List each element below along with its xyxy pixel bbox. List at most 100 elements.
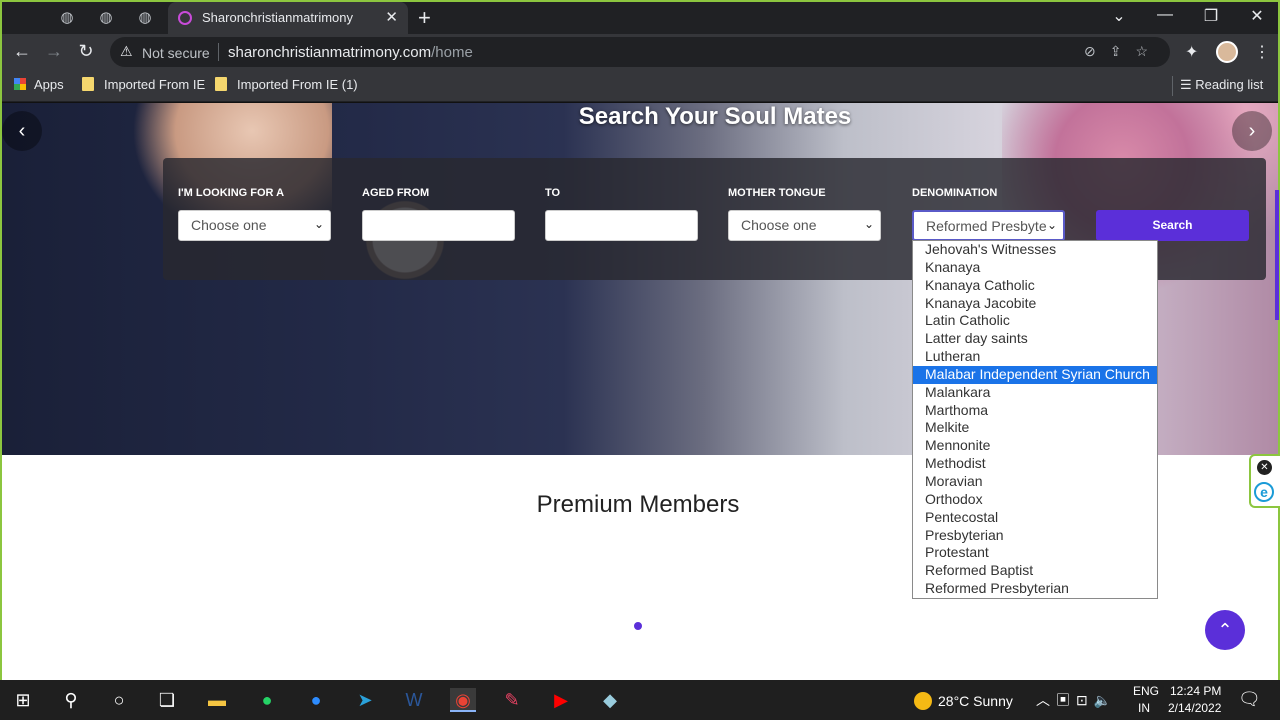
chevron-down-icon: ⌄ [313,217,324,231]
bookmark-apps[interactable]: Apps [14,77,64,92]
dropdown-option[interactable]: Orthodox [913,491,1157,509]
bookmark-folder-1[interactable]: Imported From IE [82,77,205,92]
language-bottom[interactable]: IN [1138,701,1150,715]
search-button[interactable]: Search [1096,210,1249,241]
age-to-input[interactable] [545,210,698,241]
chevron-down-icon: ⌄ [863,217,874,231]
tray-icons[interactable]: ︿▣⊡🔈 [1036,690,1117,710]
url-text[interactable]: sharonchristianmatrimony.com/home [228,44,473,61]
avatar[interactable] [1216,41,1238,63]
forward-button[interactable]: → [42,41,66,62]
notifications-icon[interactable]: 🗨 [1238,689,1261,710]
dropdown-option[interactable]: Knanaya Jacobite [913,295,1157,313]
language-top[interactable]: ENG [1133,684,1159,698]
mother-tongue-select[interactable]: Choose one ⌄ [728,210,881,241]
denomination-select[interactable]: Reformed Presbyte ⌄ [912,210,1065,241]
page-scrollbar[interactable] [1275,190,1279,320]
address-bar[interactable]: ⚠ Not secure sharonchristianmatrimony.co… [110,37,1170,67]
paint-icon[interactable]: ✎ [499,688,525,712]
telegram-icon[interactable]: ➤ [352,688,378,712]
dropdown-option[interactable]: Latter day saints [913,330,1157,348]
browser-toolbar: ← → ↻ ⚠ Not secure sharonchristianmatrim… [2,34,1278,70]
globe-icon[interactable]: ◍ [96,8,116,28]
denomination-label: DENOMINATION [912,187,998,199]
dropdown-option[interactable]: Moravian [913,473,1157,491]
windows-taskbar: ⊞ ⚲ ○ ❏ ▬ ● ● ➤ W ◉ ✎ ▶ ◆ 28°C Sunny ︿▣⊡… [0,680,1280,720]
tab-active[interactable]: Sharonchristianmatrimony ✕ [168,2,408,34]
file-explorer-icon[interactable]: ▬ [204,688,230,712]
dropdown-option[interactable]: Latin Catholic [913,312,1157,330]
reload-button[interactable]: ↻ [74,41,98,62]
dropdown-option[interactable]: Melkite [913,419,1157,437]
dropdown-option[interactable]: Presbyterian [913,527,1157,545]
weather-widget[interactable]: 28°C Sunny [914,692,1013,710]
sun-icon [914,692,932,710]
site-favicon-icon [178,11,192,25]
back-button[interactable]: ← [10,41,34,62]
folder-icon [215,77,227,91]
folder-icon [82,77,94,91]
carousel-dot[interactable] [634,622,642,630]
minimize-button[interactable]: — [1150,6,1180,24]
widget-e-icon[interactable]: e [1254,482,1274,502]
globe-icon[interactable]: ◍ [57,8,77,28]
next-slide-button[interactable]: › [1232,111,1272,151]
whatsapp-icon[interactable]: ● [254,688,280,712]
app-icon[interactable]: ◆ [597,688,623,712]
reading-list-button[interactable]: ☰ Reading list [1180,77,1263,93]
tab-search-icon[interactable]: ⌄ [1104,6,1134,26]
dropdown-option[interactable]: Marthoma [913,402,1157,420]
security-label: Not secure [142,45,210,61]
dropdown-option[interactable]: Lutheran [913,348,1157,366]
clock-date[interactable]: 2/14/2022 [1168,701,1221,715]
close-window-button[interactable]: ✕ [1242,6,1272,26]
clock-time[interactable]: 12:24 PM [1170,684,1221,698]
cortana-icon[interactable]: ○ [106,688,132,712]
chevron-down-icon: ⌄ [1046,218,1057,232]
bookmarks-bar: Apps Imported From IE Imported From IE (… [2,70,1278,102]
close-tab-icon[interactable]: ✕ [385,8,398,26]
new-tab-button[interactable]: + [418,5,431,31]
dropdown-option[interactable]: Protestant [913,544,1157,562]
word-icon[interactable]: W [401,688,427,712]
mother-tongue-label: MOTHER TONGUE [728,187,826,199]
chrome-icon[interactable]: ◉ [450,688,476,712]
apps-grid-icon [14,78,26,90]
denomination-dropdown[interactable]: Jehovah's Witnesses Knanaya Knanaya Cathol… [912,240,1158,599]
warning-icon[interactable]: ⚠ [120,43,133,60]
bookmark-folder-2[interactable]: Imported From IE (1) [215,77,358,92]
search-icon[interactable]: ⚲ [58,688,84,712]
address-bar-actions[interactable]: ⊘⇪☆ [1084,43,1162,60]
task-view-icon[interactable]: ❏ [154,688,180,712]
menu-icon[interactable]: ⋮ [1254,42,1270,62]
close-widget-icon[interactable]: ✕ [1257,460,1272,475]
dropdown-option[interactable]: Knanaya Catholic [913,277,1157,295]
globe-icon[interactable]: ◍ [135,8,155,28]
tab-title: Sharonchristianmatrimony [202,10,354,25]
tab-strip: ◍ ◍ ◍ Sharonchristianmatrimony ✕ + ⌄ — ❐… [2,2,1278,34]
looking-for-select[interactable]: Choose one ⌄ [178,210,331,241]
dropdown-option[interactable]: Reformed Baptist [913,562,1157,580]
youtube-icon[interactable]: ▶ [548,688,574,712]
side-widget: ✕ e [1249,454,1280,508]
windows-start-icon[interactable]: ⊞ [10,688,36,712]
dropdown-option[interactable]: Reformed Presbyterian [913,580,1157,598]
dropdown-option[interactable]: Jehovah's Witnesses [913,241,1157,259]
hero-title: Search Your Soul Mates [578,103,852,130]
dropdown-option[interactable]: Mennonite [913,437,1157,455]
restore-button[interactable]: ❐ [1196,6,1226,26]
prev-slide-button[interactable]: ‹ [2,111,42,151]
age-to-label: TO [545,187,561,199]
scroll-to-top-button[interactable]: ⌃ [1205,610,1245,650]
aged-from-label: AGED FROM [362,187,430,199]
dropdown-option[interactable]: Methodist [913,455,1157,473]
looking-for-label: I'M LOOKING FOR A [178,187,285,199]
dropdown-option[interactable]: Malabar Independent Syrian Church [913,365,1157,384]
dropdown-option[interactable]: Knanaya [913,259,1157,277]
divider [1172,76,1173,96]
aged-from-input[interactable] [362,210,515,241]
extensions-icon[interactable]: ✦ [1185,42,1198,62]
dropdown-option[interactable]: Malankara [913,384,1157,402]
zoom-icon[interactable]: ● [303,688,329,712]
dropdown-option[interactable]: Pentecostal [913,509,1157,527]
